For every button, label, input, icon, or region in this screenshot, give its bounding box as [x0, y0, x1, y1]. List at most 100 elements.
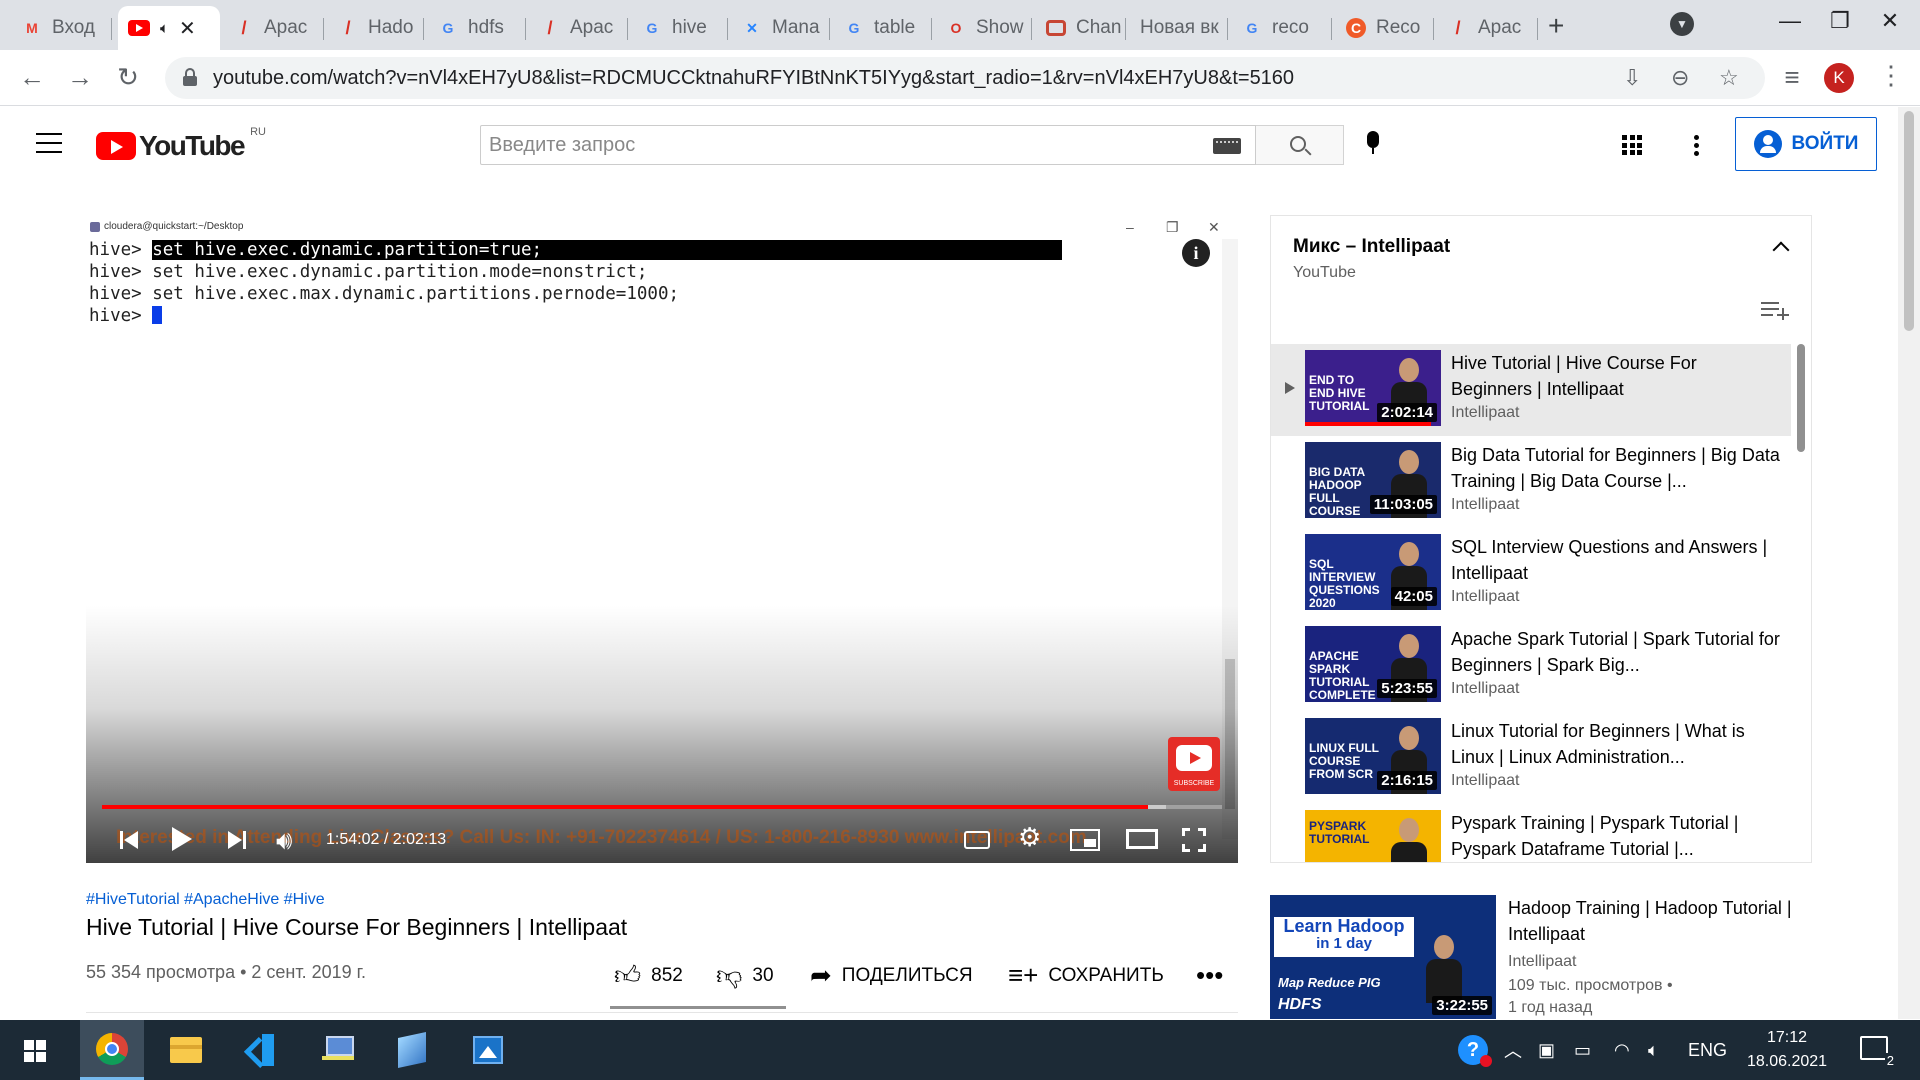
playlist-thumbnail[interactable]: END TO END HIVE TUTORIAL 2:02:14 [1305, 350, 1441, 426]
browser-tab[interactable]: Gtable [834, 6, 932, 50]
save-playlist-icon[interactable] [1761, 300, 1789, 320]
tab-search-icon[interactable]: ▼ [1670, 12, 1694, 36]
playlist-item[interactable]: END TO END HIVE TUTORIAL 2:02:14 Hive Tuto… [1271, 344, 1791, 436]
dislike-button[interactable]: 👎︎ 30 [716, 960, 774, 991]
browser-tab[interactable]: 🔈︎ ✕ [118, 6, 220, 50]
playlist-item[interactable]: SQL INTERVIEW QUESTIONS 2020 42:05 SQL Int… [1271, 528, 1791, 620]
progress-bar[interactable] [102, 805, 1222, 809]
browser-tab[interactable]: M Вход [12, 6, 112, 50]
recommended-title[interactable]: Hadoop Training | Hadoop Tutorial | Inte… [1508, 895, 1798, 947]
system-clock[interactable]: 17:12 18.06.2021 [1746, 1026, 1828, 1074]
playlist-item[interactable]: LINUX FULL COURSE FROM SCR 2:16:15 Linux T… [1271, 712, 1791, 804]
theater-mode-icon[interactable] [1126, 829, 1158, 849]
playlist-item-title[interactable]: Big Data Tutorial for Beginners | Big Da… [1451, 442, 1781, 494]
recommended-video[interactable]: Learn Hadoop in 1 day Map Reduce PIG HDF… [1270, 895, 1812, 1019]
recommended-channel[interactable]: Intellipaat [1508, 953, 1577, 971]
language-indicator[interactable]: ENG [1688, 1020, 1727, 1080]
tray-help[interactable]: ? [1458, 1020, 1492, 1080]
apps-grid-icon[interactable] [1622, 135, 1642, 155]
more-actions-button[interactable]: ••• [1196, 960, 1233, 991]
next-icon[interactable] [228, 831, 246, 849]
like-button[interactable]: 👍︎ 852 [614, 960, 683, 991]
taskbar-explorer[interactable] [154, 1020, 218, 1080]
install-icon[interactable]: ⇩ [1623, 65, 1641, 91]
browser-tab[interactable]: / Apac [224, 6, 324, 50]
playlist-thumbnail[interactable]: LINUX FULL COURSE FROM SCR 2:16:15 [1305, 718, 1441, 794]
playlist-item-title[interactable]: Apache Spark Tutorial | Spark Tutorial f… [1451, 626, 1781, 678]
search-box[interactable] [480, 125, 1256, 165]
save-button[interactable]: ≡+ СОХРАНИТЬ [1008, 960, 1164, 991]
miniplayer-icon[interactable] [1070, 829, 1100, 851]
browser-tab[interactable]: C Reco [1336, 6, 1434, 50]
previous-icon[interactable] [120, 831, 138, 849]
browser-tab[interactable]: / Apac [530, 6, 628, 50]
tray-app-icon[interactable]: ▣ [1538, 1020, 1555, 1080]
search-input[interactable] [489, 126, 1189, 164]
speaker-icon[interactable]: 🔈︎ [1648, 1020, 1659, 1080]
tab-audio-icon[interactable]: 🔈︎ [160, 20, 169, 37]
playlist-item-title[interactable]: Hive Tutorial | Hive Course For Beginner… [1451, 350, 1781, 402]
menu-icon[interactable] [36, 133, 62, 153]
microphone-icon[interactable] [1366, 131, 1380, 155]
info-icon[interactable]: i [1182, 239, 1210, 267]
playlist-item[interactable]: PYSPARK TUTORIAL Pyspark Training | Pyspa… [1271, 804, 1791, 862]
windows-start-icon[interactable] [24, 1040, 46, 1062]
play-icon[interactable] [172, 827, 192, 851]
tray-overflow-icon[interactable]: ︿ [1504, 1020, 1522, 1080]
youtube-logo[interactable]: YouTube RU [96, 126, 266, 162]
video-player[interactable]: cloudera@quickstart:~/Desktop – ❐ ✕ hive… [86, 215, 1238, 863]
browser-tab[interactable]: Новая вк [1130, 6, 1228, 50]
url-text[interactable]: youtube.com/watch?v=nVl4xEH7yU8&list=RDC… [213, 67, 1294, 90]
playlist-thumbnail[interactable]: BIG DATA HADOOP FULL COURSE 11:03:05 [1305, 442, 1441, 518]
forward-icon[interactable]: → [64, 62, 96, 93]
subtitles-icon[interactable] [964, 831, 990, 849]
bookmark-star-icon[interactable]: ☆ [1719, 65, 1739, 91]
browser-tab[interactable]: Greco [1232, 6, 1332, 50]
maximize-window-icon[interactable]: ❐ [1820, 8, 1860, 34]
lock-icon[interactable] [183, 68, 197, 86]
taskbar-photos[interactable] [456, 1020, 520, 1080]
playlist-item-title[interactable]: Linux Tutorial for Beginners | What is L… [1451, 718, 1781, 770]
playlist-thumbnail[interactable]: PYSPARK TUTORIAL [1305, 810, 1441, 862]
browser-tab[interactable]: / Apac [1438, 6, 1538, 50]
settings-gear-icon[interactable]: ⚙ [1018, 822, 1041, 853]
browser-tab[interactable]: Chan [1036, 6, 1126, 50]
browser-tab[interactable]: ✕ Mana [732, 6, 830, 50]
sign-in-button[interactable]: ВОЙТИ [1735, 117, 1877, 171]
share-button[interactable]: ➦ ПОДЕЛИТЬСЯ [810, 960, 973, 991]
browser-tab[interactable]: Ghive [632, 6, 728, 50]
playlist-title[interactable]: Микс – Intellipaat [1293, 236, 1450, 258]
video-hashtags[interactable]: #HiveTutorial #ApacheHive #Hive [86, 891, 325, 909]
fullscreen-icon[interactable] [1182, 828, 1206, 852]
zoom-icon[interactable]: ⊖ [1671, 65, 1689, 91]
subscribe-watermark[interactable]: SUBSCRIBE [1168, 737, 1220, 791]
minimize-window-icon[interactable]: — [1770, 8, 1810, 34]
browser-menu-icon[interactable]: ⋮ [1878, 60, 1904, 91]
playlist-thumbnail[interactable]: APACHE SPARK TUTORIAL COMPLETE CO 5 HOUR… [1305, 626, 1441, 702]
playlist-item-title[interactable]: SQL Interview Questions and Answers | In… [1451, 534, 1781, 586]
battery-icon[interactable]: ▭ [1574, 1020, 1591, 1080]
browser-tab[interactable]: O Show [936, 6, 1032, 50]
close-window-icon[interactable]: ✕ [1870, 8, 1910, 34]
volume-icon[interactable]: 🔊︎ [276, 825, 292, 857]
profile-avatar[interactable]: K [1824, 63, 1854, 93]
address-bar[interactable]: youtube.com/watch?v=nVl4xEH7yU8&list=RDC… [165, 57, 1765, 99]
taskbar-chrome[interactable] [80, 1020, 144, 1080]
settings-dots-icon[interactable] [1694, 135, 1699, 159]
page-scrollbar[interactable] [1898, 107, 1920, 1019]
taskbar-network-app[interactable] [306, 1020, 370, 1080]
wifi-icon[interactable]: ◠ [1614, 1020, 1630, 1080]
playlist-thumbnail[interactable]: SQL INTERVIEW QUESTIONS 2020 42:05 [1305, 534, 1441, 610]
new-tab-icon[interactable]: + [1548, 10, 1564, 42]
media-control-icon[interactable]: ≡ [1776, 62, 1808, 93]
playlist-item-title[interactable]: Pyspark Training | Pyspark Tutorial | Py… [1451, 810, 1781, 862]
reload-icon[interactable]: ↻ [112, 62, 144, 93]
search-button[interactable] [1256, 125, 1344, 165]
playlist-item[interactable]: BIG DATA HADOOP FULL COURSE 11:03:05 Big D… [1271, 436, 1791, 528]
recommended-thumbnail[interactable]: Learn Hadoop in 1 day Map Reduce PIG HDF… [1270, 895, 1496, 1019]
taskbar-vscode[interactable] [230, 1020, 294, 1080]
browser-tab[interactable]: / Hado [328, 6, 424, 50]
taskbar-virtualbox[interactable] [380, 1020, 444, 1080]
browser-tab[interactable]: Ghdfs [428, 6, 526, 50]
playlist-scrollbar[interactable] [1797, 344, 1805, 452]
